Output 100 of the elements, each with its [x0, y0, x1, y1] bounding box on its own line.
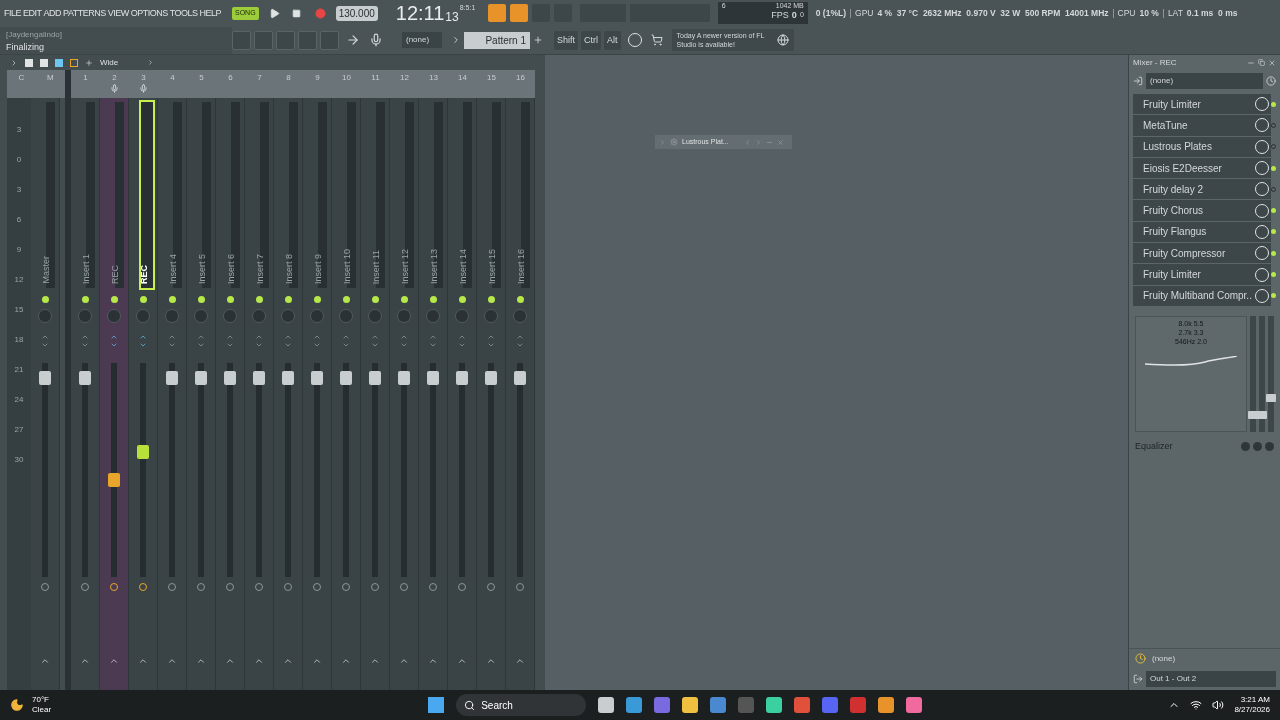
eq-slider-thumb[interactable] — [1248, 411, 1258, 419]
menu-item[interactable]: PATTERNS — [63, 6, 106, 20]
fader-thumb[interactable] — [369, 371, 381, 385]
mixer-strip[interactable]: Insert 9 — [303, 98, 332, 690]
mixer-strip[interactable]: REC — [100, 98, 129, 690]
menu-item[interactable]: ADD — [43, 6, 62, 20]
mixer-strip[interactable]: Insert 7 — [245, 98, 274, 690]
microphone-icon[interactable] — [139, 84, 148, 93]
menu-item[interactable]: TOOLS — [169, 6, 198, 20]
pan-knob[interactable] — [339, 309, 353, 323]
taskbar-app-icon[interactable] — [794, 697, 811, 713]
network-icon[interactable] — [1190, 699, 1203, 711]
pan-knob[interactable] — [397, 309, 411, 323]
menu-item[interactable]: FILE — [4, 6, 21, 20]
fader-thumb[interactable] — [340, 371, 352, 385]
globe-icon[interactable] — [776, 34, 789, 47]
mixer-strip[interactable]: Insert 15 — [477, 98, 506, 690]
stop-icon[interactable] — [291, 8, 301, 18]
fader-thumb[interactable] — [195, 371, 207, 385]
fader-thumb[interactable] — [427, 371, 439, 385]
mixer-strip[interactable]: Insert 6 — [216, 98, 245, 690]
effect-slot[interactable]: MetaTune — [1133, 115, 1271, 136]
mixer-strip[interactable]: Insert 11 — [361, 98, 390, 690]
taskbar-app-icon[interactable] — [682, 697, 699, 713]
mixer-strip[interactable]: Insert 1 — [71, 98, 100, 690]
moon-icon[interactable] — [10, 698, 24, 712]
fader-thumb[interactable] — [166, 371, 178, 385]
menu-item[interactable]: HELP — [199, 6, 222, 20]
restore-icon[interactable] — [1258, 59, 1265, 66]
fader-thumb[interactable] — [485, 371, 497, 385]
taskbar-app-icon[interactable] — [598, 697, 615, 713]
input-select[interactable]: (none) — [1146, 73, 1263, 89]
cart-icon[interactable] — [650, 34, 663, 47]
fader-thumb[interactable] — [282, 371, 294, 385]
fader-thumb[interactable] — [224, 371, 236, 385]
mixer-strip[interactable]: REC — [129, 98, 158, 690]
fader-thumb[interactable] — [79, 371, 91, 385]
mixer-strip[interactable]: Insert 5 — [187, 98, 216, 690]
mixer-strip[interactable]: Insert 10 — [332, 98, 361, 690]
modifier-key[interactable]: Ctrl — [581, 30, 601, 50]
modifier-key[interactable]: Alt — [604, 30, 621, 50]
taskbar-app-icon[interactable] — [906, 697, 923, 713]
effect-slot[interactable]: Fruity Multiband Compr.. — [1133, 285, 1271, 306]
output-icon[interactable] — [1133, 674, 1143, 684]
mixer-strip[interactable]: Insert 16 — [506, 98, 535, 690]
channel-select[interactable]: (none) — [402, 32, 442, 49]
pan-knob[interactable] — [310, 309, 324, 323]
clock-icon[interactable] — [1266, 76, 1276, 86]
fader-thumb[interactable] — [398, 371, 410, 385]
pan-knob[interactable] — [513, 309, 527, 323]
fader-thumb[interactable] — [39, 371, 51, 385]
mixer-strip[interactable]: Insert 13 — [419, 98, 448, 690]
pattern-select[interactable]: Pattern 1 — [464, 31, 530, 49]
pan-knob[interactable] — [107, 309, 121, 323]
fader-thumb[interactable] — [456, 371, 468, 385]
eq-slider-thumb[interactable] — [1266, 393, 1276, 402]
record-icon[interactable] — [314, 7, 326, 19]
effect-slot[interactable]: Fruity delay 2 — [1133, 179, 1271, 200]
pan-knob[interactable] — [368, 309, 382, 323]
modifier-key[interactable]: Shift — [554, 30, 578, 50]
pan-knob[interactable] — [484, 309, 498, 323]
taskbar-app-icon[interactable] — [710, 697, 727, 713]
taskbar-app-icon[interactable] — [766, 697, 783, 713]
fader-thumb[interactable] — [514, 371, 526, 385]
pan-knob[interactable] — [281, 309, 295, 323]
effect-slot[interactable]: Eiosis E2Deesser — [1133, 157, 1271, 179]
mixer-strip[interactable]: Master — [31, 98, 60, 690]
previous-icon[interactable] — [744, 138, 751, 146]
pan-knob[interactable] — [38, 309, 52, 323]
pan-knob[interactable] — [223, 309, 237, 323]
tempo-field[interactable]: 130.000 — [335, 5, 378, 21]
pan-knob[interactable] — [252, 309, 266, 323]
fader-thumb[interactable] — [311, 371, 323, 385]
effect-slot[interactable]: Fruity Chorus — [1133, 200, 1271, 221]
fader-thumb[interactable] — [253, 371, 265, 385]
effect-slot[interactable]: Fruity Limiter — [1133, 94, 1271, 115]
mixer-strip[interactable]: Insert 8 — [274, 98, 303, 690]
mixer-strip[interactable]: Insert 14 — [448, 98, 477, 690]
add-pattern-icon[interactable] — [533, 35, 543, 46]
play-icon[interactable] — [268, 7, 280, 19]
effect-slot[interactable]: Fruity Flangus — [1133, 221, 1271, 243]
menu-item[interactable]: EDIT — [23, 6, 42, 20]
settings-icon[interactable] — [670, 138, 678, 146]
search-field[interactable]: Search — [456, 694, 587, 716]
clock-icon[interactable] — [1135, 653, 1146, 664]
fader-thumb[interactable] — [108, 473, 120, 487]
pan-knob[interactable] — [165, 309, 179, 323]
input-icon[interactable] — [1133, 76, 1143, 86]
menu-item[interactable]: OPTIONS — [130, 6, 168, 20]
output-select[interactable]: Out 1 - Out 2 — [1146, 671, 1276, 687]
microphone-icon[interactable] — [369, 33, 383, 48]
mixer-strip[interactable]: Insert 12 — [390, 98, 419, 690]
close-icon[interactable] — [1268, 58, 1276, 67]
pan-knob[interactable] — [136, 309, 150, 323]
pan-knob[interactable] — [426, 309, 440, 323]
effect-slot[interactable]: Lustrous Plates — [1133, 136, 1271, 157]
speaker-icon[interactable] — [1212, 699, 1225, 711]
menu-item[interactable]: VIEW — [107, 6, 129, 20]
taskbar-app-icon[interactable] — [878, 697, 895, 713]
pan-knob[interactable] — [455, 309, 469, 323]
